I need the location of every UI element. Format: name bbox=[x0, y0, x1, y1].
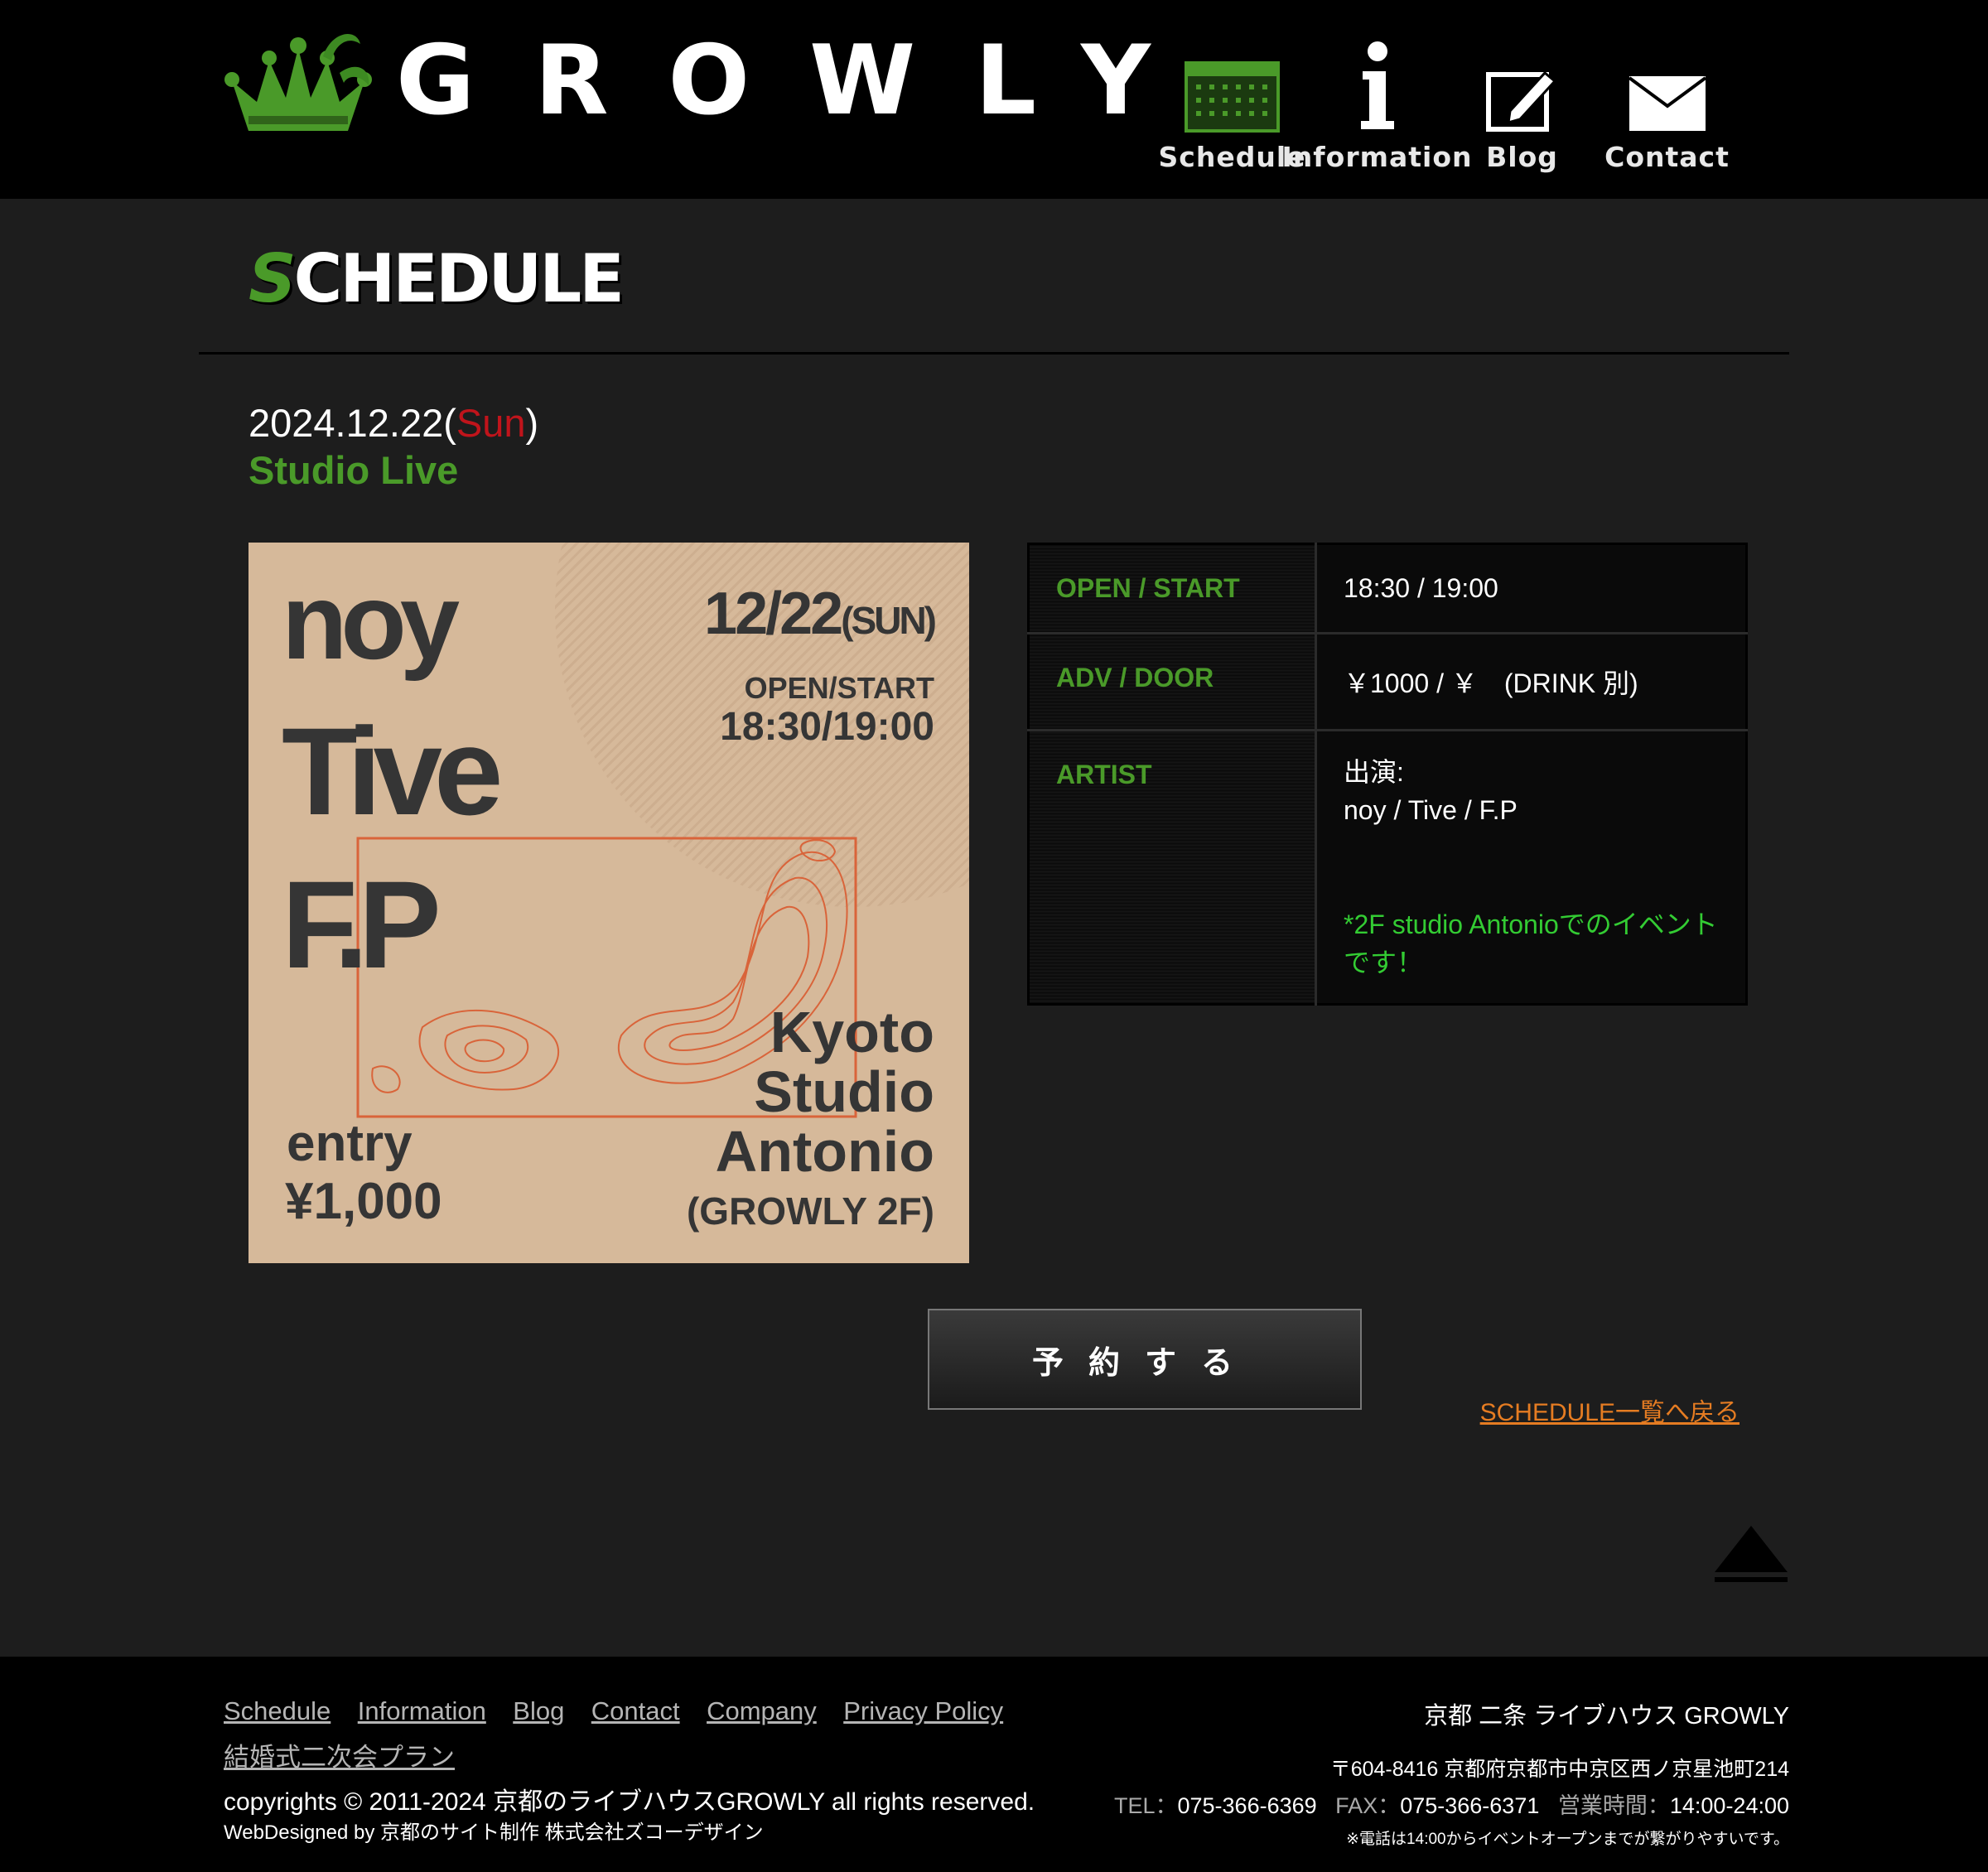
nav-label: Information bbox=[1281, 141, 1473, 173]
open-start-label: OPEN / START bbox=[1028, 543, 1317, 634]
contact-numbers: TEL：075-366-6369 FAX：075-366-6371 営業時間：1… bbox=[1113, 1793, 1789, 1818]
table-row: ARTIST 出演: noy / Tive / F.P *2F studio A… bbox=[1028, 730, 1747, 1005]
main-nav: Schedule Information Blog Contact bbox=[1159, 41, 1740, 173]
table-row: ADV / DOOR ￥1000 / ￥ (DRINK 別) bbox=[1028, 633, 1747, 731]
back-to-schedule-link[interactable]: SCHEDULE一覧へ戻る bbox=[1480, 1392, 1740, 1428]
phone-note: ※電話は14:00からイベントオープンまでが繋がりやすいです。 bbox=[1346, 1831, 1789, 1848]
artist-heading: 出演: bbox=[1344, 757, 1404, 787]
flyer-entry-label: entry bbox=[287, 1115, 413, 1172]
nav-contact[interactable]: Contact bbox=[1595, 41, 1740, 173]
mail-icon bbox=[1628, 76, 1706, 131]
site-header: GROWLY Schedule Information Blog Contact bbox=[0, 0, 1988, 199]
crown-icon bbox=[224, 34, 372, 131]
postal-address: 〒604-8416 京都府京都市中京区西ノ京星池町214 bbox=[1329, 1758, 1789, 1781]
flyer-open-start-time: 18:30/19:00 bbox=[720, 705, 934, 749]
flyer-location-3: Antonio bbox=[715, 1119, 934, 1184]
info-icon bbox=[1360, 41, 1394, 129]
business-hours: 14:00-24:00 bbox=[1669, 1793, 1789, 1818]
nav-label: Blog bbox=[1486, 141, 1558, 173]
footer-link-privacy[interactable]: Privacy Policy bbox=[843, 1696, 1003, 1725]
flyer-artist-3: F.P bbox=[282, 855, 442, 994]
artist-label: ARTIST bbox=[1028, 730, 1317, 1005]
price-value: ￥1000 / ￥ (DRINK 別) bbox=[1315, 633, 1747, 731]
flyer-location-2: Studio bbox=[754, 1059, 934, 1124]
price-label: ADV / DOOR bbox=[1028, 633, 1317, 731]
footer-link-blog[interactable]: Blog bbox=[513, 1696, 564, 1725]
section-header: SCHEDULE bbox=[199, 199, 1789, 355]
flyer-location-1: Kyoto bbox=[770, 1000, 934, 1064]
flyer-date: 12/22(SUN) bbox=[704, 581, 937, 647]
nav-label: Contact bbox=[1604, 141, 1730, 173]
fax-number: 075-366-6371 bbox=[1400, 1793, 1540, 1818]
footer-link-company[interactable]: Company bbox=[707, 1696, 817, 1725]
flyer-artist-1: noy bbox=[282, 561, 460, 682]
site-logo[interactable]: GROWLY bbox=[224, 23, 1210, 139]
table-row: OPEN / START 18:30 / 19:00 bbox=[1028, 543, 1747, 634]
page-title: SCHEDULE bbox=[248, 240, 625, 317]
footer-link-wedding-plan[interactable]: 結婚式二次会プラン bbox=[224, 1743, 455, 1772]
edit-icon bbox=[1485, 70, 1556, 132]
footer-nav: Schedule Information Blog Contact Compan… bbox=[224, 1688, 1069, 1781]
scroll-to-top-icon[interactable] bbox=[1713, 1524, 1789, 1584]
open-start-value: 18:30 / 19:00 bbox=[1315, 543, 1747, 634]
logo-text: GROWLY bbox=[396, 25, 1210, 137]
event-date: 2024.12.22(Sun) bbox=[248, 401, 539, 445]
footer-link-contact[interactable]: Contact bbox=[591, 1696, 680, 1725]
event-body: noy Tive F.P 12/22(SUN) OPEN/START 18:30… bbox=[199, 493, 1789, 1582]
nav-information[interactable]: Information bbox=[1282, 41, 1472, 173]
event-venue: Studio Live bbox=[248, 448, 459, 492]
reserve-button[interactable]: 予約する bbox=[928, 1309, 1362, 1410]
copyright: copyrights © 2011-2024 京都のライブハウスGROWLY a… bbox=[224, 1788, 1035, 1816]
venue-name: 京都 二条 ライブハウス GROWLY bbox=[1424, 1703, 1789, 1730]
tel-number: 075-366-6369 bbox=[1177, 1793, 1317, 1818]
web-designed-by: WebDesigned by 京都のサイト制作 株式会社ズコーデザイン bbox=[224, 1821, 764, 1844]
event-note: *2F studio Antonioでのイベントです！ bbox=[1344, 909, 1718, 977]
flyer-open-start-label: OPEN/START bbox=[744, 671, 934, 705]
flyer-artist-2: Tive bbox=[282, 702, 503, 841]
site-footer: Schedule Information Blog Contact Compan… bbox=[0, 1657, 1988, 1872]
calendar-icon bbox=[1185, 61, 1280, 133]
main-content: SCHEDULE 2024.12.22(Sun) Studio Live noy… bbox=[199, 199, 1789, 1582]
artist-value: noy / Tive / F.P bbox=[1344, 795, 1518, 825]
footer-link-information[interactable]: Information bbox=[358, 1696, 486, 1725]
event-info-table: OPEN / START 18:30 / 19:00 ADV / DOOR ￥1… bbox=[1027, 543, 1748, 1006]
day-of-week: Sun bbox=[456, 401, 526, 445]
footer-link-schedule[interactable]: Schedule bbox=[224, 1696, 331, 1725]
nav-blog[interactable]: Blog bbox=[1450, 41, 1595, 173]
footer-address: 京都 二条 ライブハウス GROWLY 〒604-8416 京都府京都市中京区西… bbox=[1114, 1696, 1789, 1849]
event-heading: 2024.12.22(Sun) Studio Live bbox=[199, 355, 1789, 493]
flyer-entry-price: ¥1,000 bbox=[285, 1173, 442, 1230]
flyer-location-4: (GROWLY 2F) bbox=[686, 1189, 934, 1233]
event-flyer: noy Tive F.P 12/22(SUN) OPEN/START 18:30… bbox=[248, 543, 969, 1263]
artist-cell: 出演: noy / Tive / F.P *2F studio Antonioで… bbox=[1315, 730, 1747, 1005]
